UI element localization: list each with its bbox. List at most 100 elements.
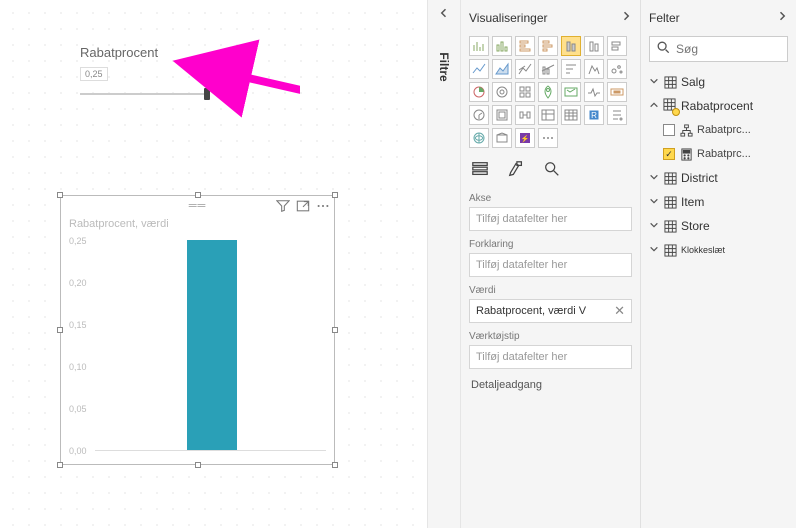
search-input[interactable]	[676, 42, 796, 56]
field-rabat-1[interactable]: Rabatprc...	[649, 118, 788, 142]
resize-handle[interactable]	[332, 462, 338, 468]
resize-handle[interactable]	[57, 327, 63, 333]
viz-type-tile[interactable]	[469, 59, 489, 79]
table-store[interactable]: Store	[649, 214, 788, 238]
viz-type-tile[interactable]	[469, 36, 489, 56]
table-klokkeslaet[interactable]: Klokkeslæt	[649, 238, 788, 262]
value-well[interactable]: Rabatprocent, værdi V ✕	[469, 299, 632, 323]
viz-type-tile[interactable]	[469, 82, 489, 102]
slider-thumb[interactable]	[204, 88, 210, 100]
y-tick-label: 0,10	[69, 362, 87, 372]
chevron-down-icon	[649, 171, 659, 185]
y-tick-label: 0,00	[69, 446, 87, 456]
chevron-down-icon	[649, 243, 659, 257]
table-icon	[663, 172, 677, 185]
axis-well[interactable]: Tilføj datafelter her	[469, 207, 632, 231]
viz-type-tile[interactable]	[538, 105, 558, 125]
viz-type-tile[interactable]	[515, 105, 535, 125]
y-tick-label: 0,25	[69, 236, 87, 246]
viz-type-tile[interactable]	[538, 36, 558, 56]
viz-type-tile[interactable]	[492, 105, 512, 125]
legend-well[interactable]: Tilføj datafelter her	[469, 253, 632, 277]
resize-handle[interactable]	[195, 192, 201, 198]
tooltip-label: Værktøjstip	[469, 331, 632, 342]
viz-type-tile[interactable]	[561, 36, 581, 56]
viz-type-tile[interactable]	[492, 128, 512, 148]
viz-type-tile[interactable]	[561, 105, 581, 125]
viz-type-tile[interactable]	[538, 82, 558, 102]
report-canvas[interactable]: Rabatprocent 0,25 ══ Rabatprocent, værdi	[0, 0, 427, 528]
viz-type-tile[interactable]	[561, 59, 581, 79]
viz-type-tile[interactable]: ⚡	[515, 128, 535, 148]
svg-text:⚡: ⚡	[521, 134, 530, 143]
viz-type-tile[interactable]	[515, 82, 535, 102]
resize-handle[interactable]	[332, 327, 338, 333]
viz-type-tile[interactable]	[538, 59, 558, 79]
viz-type-tile[interactable]	[492, 59, 512, 79]
axis-label: Akse	[469, 193, 632, 204]
remove-field-icon[interactable]: ✕	[614, 300, 625, 322]
visualization-picker: R⚡	[469, 36, 632, 148]
viz-type-tile[interactable]	[469, 105, 489, 125]
chevron-right-icon[interactable]	[620, 9, 632, 27]
slicer-slider[interactable]	[80, 88, 210, 100]
table-salg[interactable]: Salg	[649, 70, 788, 94]
viz-type-tile[interactable]	[492, 82, 512, 102]
focus-mode-icon[interactable]	[296, 199, 310, 213]
table-rabatprocent[interactable]: Rabatprocent	[649, 94, 788, 118]
viz-type-tile[interactable]	[561, 82, 581, 102]
table-icon	[663, 220, 677, 233]
resize-handle[interactable]	[57, 192, 63, 198]
chart-title: Rabatprocent, værdi	[61, 216, 334, 232]
resize-handle[interactable]	[57, 462, 63, 468]
viz-type-tile[interactable]	[469, 128, 489, 148]
more-options-icon[interactable]	[316, 199, 330, 213]
chevron-right-icon[interactable]	[776, 9, 788, 27]
viz-type-tile[interactable]	[538, 128, 558, 148]
table-district[interactable]: District	[649, 166, 788, 190]
checkbox-checked[interactable]: ✓	[663, 148, 675, 160]
viz-type-tile[interactable]	[607, 82, 627, 102]
filter-icon[interactable]	[276, 199, 290, 213]
y-tick-label: 0,05	[69, 404, 87, 414]
slicer-visual[interactable]: Rabatprocent 0,25	[80, 45, 210, 100]
viz-type-tile[interactable]	[492, 36, 512, 56]
resize-handle[interactable]	[332, 192, 338, 198]
checkbox[interactable]	[663, 124, 675, 136]
chevron-left-icon[interactable]	[428, 6, 460, 24]
calculator-icon	[679, 148, 693, 161]
fields-mode-icon[interactable]	[471, 160, 489, 183]
viz-type-tile[interactable]	[607, 105, 627, 125]
format-mode-icon[interactable]	[507, 160, 525, 183]
table-icon	[663, 244, 677, 257]
filters-pane-collapsed[interactable]: Filtre	[427, 0, 461, 528]
viz-type-tile[interactable]: R	[584, 105, 604, 125]
filters-label: Filtre	[437, 52, 451, 81]
chevron-down-icon	[649, 75, 659, 89]
fields-search[interactable]	[649, 36, 788, 62]
bar-chart-visual[interactable]: ══ Rabatprocent, værdi 0,00 0,05 0,10 0,15 0…	[60, 195, 335, 465]
tooltip-well[interactable]: Tilføj datafelter her	[469, 345, 632, 369]
legend-label: Forklaring	[469, 239, 632, 250]
chevron-up-icon	[649, 99, 659, 113]
table-item[interactable]: Item	[649, 190, 788, 214]
viz-type-tile[interactable]	[607, 36, 627, 56]
viz-type-tile[interactable]	[584, 59, 604, 79]
analytics-mode-icon[interactable]	[543, 160, 561, 183]
chart-plot-area: 0,000,050,100,150,200,25	[69, 241, 326, 456]
drag-grip-icon[interactable]: ══	[178, 203, 218, 209]
viz-type-tile[interactable]	[515, 36, 535, 56]
resize-handle[interactable]	[195, 462, 201, 468]
slicer-value: 0,25	[80, 67, 108, 81]
viz-type-tile[interactable]	[584, 82, 604, 102]
y-tick-label: 0,15	[69, 320, 87, 330]
fields-tree: Salg Rabatprocent Rabatprc... ✓ Rabatprc…	[649, 70, 788, 262]
viz-type-tile[interactable]	[607, 59, 627, 79]
value-field-name: Rabatprocent, værdi V	[476, 300, 586, 322]
slicer-title: Rabatprocent	[80, 45, 210, 60]
viz-type-tile[interactable]	[584, 36, 604, 56]
svg-text:R: R	[591, 111, 597, 120]
field-rabat-2[interactable]: ✓ Rabatprc...	[649, 142, 788, 166]
viz-type-tile[interactable]	[515, 59, 535, 79]
drill-section[interactable]: Detaljeadgang	[469, 375, 632, 395]
